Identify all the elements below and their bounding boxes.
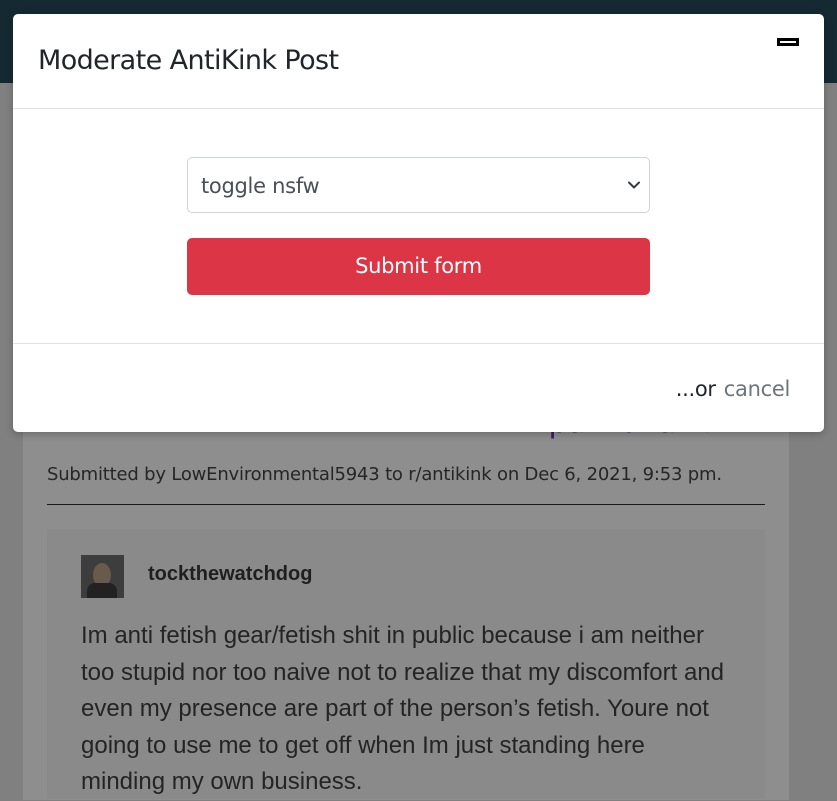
cancel-link[interactable]: cancel [724,377,791,401]
chevron-down-icon [628,181,640,189]
embed-username: tockthewatchdog [148,563,313,585]
modal-title: Moderate AntiKink Post [38,45,339,76]
modal-footer-divider [13,343,824,344]
moderation-modal: Moderate AntiKink Post toggle nsfw Submi… [13,14,824,432]
action-select-value: toggle nsfw [201,174,320,198]
close-icon[interactable] [777,38,799,46]
submit-button[interactable]: Submit form [187,238,650,295]
or-text: ...or [675,377,716,401]
divider [47,504,765,505]
avatar [81,555,124,598]
modal-header: Moderate AntiKink Post [13,14,824,109]
modal-footer: ...or cancel [675,377,791,401]
post-submitted-line: Submitted by LowEnvironmental5943 to r/a… [47,464,722,485]
embed-text: Im anti fetish gear/fetish shit in publi… [81,622,725,795]
action-select[interactable]: toggle nsfw [187,157,650,213]
